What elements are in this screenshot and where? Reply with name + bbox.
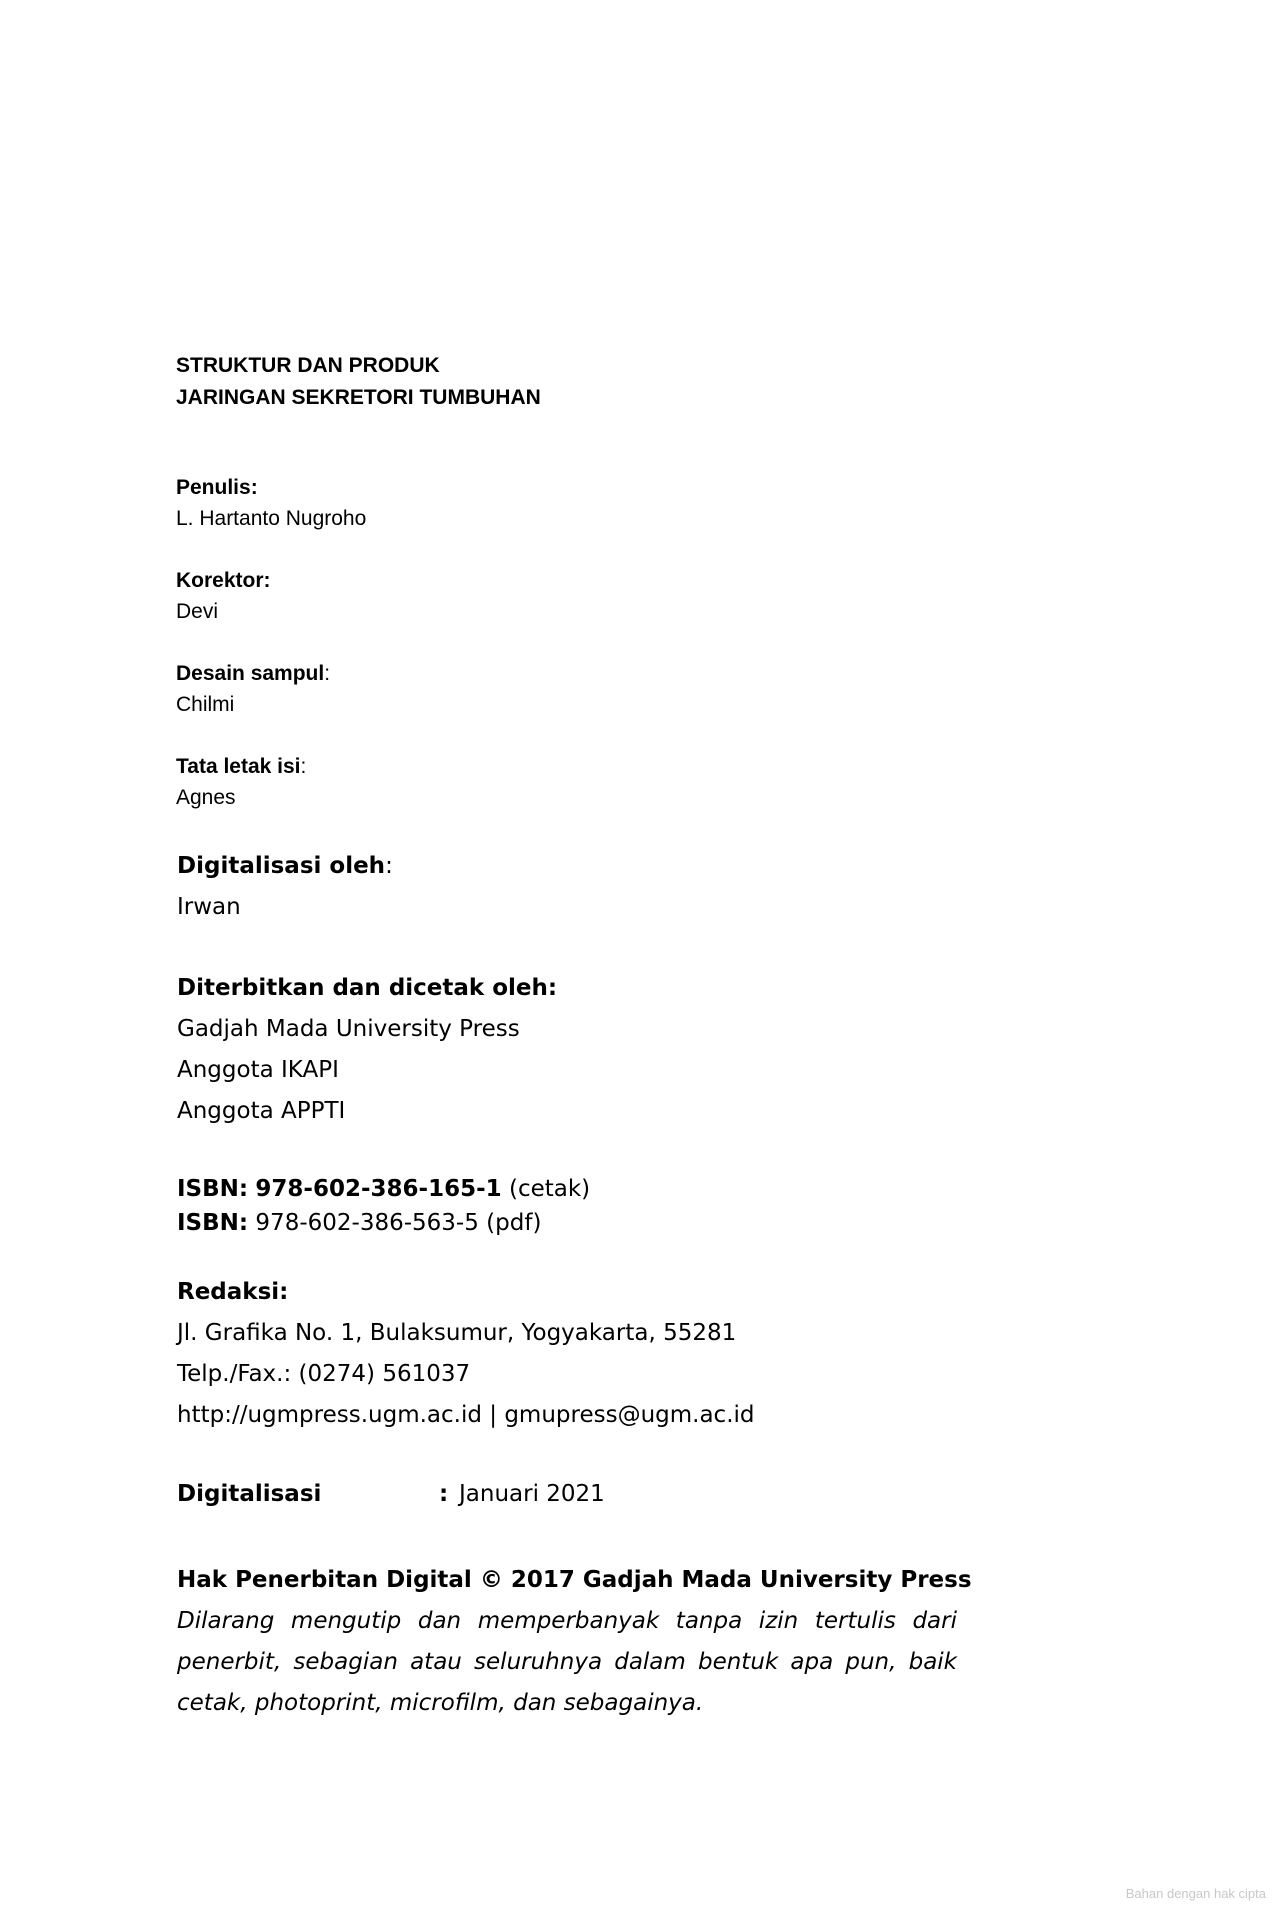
isbn-pdf: ISBN: 978-602-386-563-5 (pdf) [177, 1206, 590, 1240]
credit-desain-sampul-colon: : [324, 662, 331, 685]
credit-korektor-label: Korektor: [176, 569, 271, 592]
credit-digitalisasi-oleh: Digitalisasi oleh: Irwan [177, 846, 393, 928]
isbn-pdf-label: ISBN: [177, 1210, 249, 1236]
credit-tata-letak: Tata letak isi: Agnes [176, 751, 306, 813]
credit-desain-sampul-value: Chilmi [176, 693, 235, 716]
digitalisasi-date-row: Digitalisasi: Januari 2021 [177, 1477, 605, 1511]
isbn-print-label: ISBN: [177, 1176, 249, 1202]
credit-tata-letak-colon: : [300, 755, 307, 778]
redaksi-web-email: http://ugmpress.ugm.ac.id | gmupress@ugm… [177, 1402, 755, 1428]
credit-penulis-value: L. Hartanto Nugroho [176, 507, 367, 530]
credit-digitalisasi-oleh-heading: Digitalisasi oleh: [177, 846, 393, 887]
redaksi-section: Redaksi: Jl. Grafika No. 1, Bulaksumur, … [177, 1272, 755, 1436]
isbn-pdf-number: 978-602-386-563-5 [255, 1210, 479, 1236]
copyright-page: STRUKTUR DAN PRODUK JARINGAN SEKRETORI T… [0, 0, 1280, 1920]
isbn-print-suffix: (cetak) [508, 1176, 591, 1202]
publisher-line-2: Anggota IKAPI [177, 1057, 339, 1083]
publisher-section: Diterbitkan dan dicetak oleh: Gadjah Mad… [177, 968, 557, 1132]
credit-desain-sampul-label: Desain sampul [176, 662, 325, 685]
credit-digitalisasi-oleh-colon: : [385, 853, 393, 879]
credit-korektor: Korektor: Devi [176, 565, 271, 627]
credit-desain-sampul: Desain sampul: Chilmi [176, 658, 330, 720]
book-title-line-1: STRUKTUR DAN PRODUK [176, 354, 440, 377]
copyright-watermark: Bahan dengan hak cipta [1125, 1886, 1266, 1901]
digitalisasi-label: Digitalisasi [177, 1481, 322, 1507]
credit-penulis-label: Penulis: [176, 476, 258, 499]
credit-tata-letak-label: Tata letak isi [176, 755, 301, 778]
redaksi-address: Jl. Grafika No. 1, Bulaksumur, Yogyakart… [177, 1320, 737, 1346]
rights-section: Hak Penerbitan Digital © 2017 Gadjah Mad… [177, 1560, 972, 1724]
credit-penulis: Penulis: L. Hartanto Nugroho [176, 472, 366, 534]
redaksi-label: Redaksi: [177, 1279, 289, 1305]
digitalisasi-separator: : [439, 1481, 449, 1507]
book-title-line-2: JARINGAN SEKRETORI TUMBUHAN [176, 386, 541, 409]
credit-digitalisasi-oleh-label: Digitalisasi oleh [177, 853, 386, 879]
publisher-label: Diterbitkan dan dicetak oleh: [177, 975, 558, 1001]
credit-digitalisasi-oleh-value: Irwan [177, 894, 241, 920]
credit-tata-letak-value: Agnes [176, 786, 236, 809]
credit-korektor-value: Devi [176, 600, 219, 623]
rights-heading: Hak Penerbitan Digital © 2017 Gadjah Mad… [177, 1567, 972, 1593]
publisher-line-1: Gadjah Mada University Press [177, 1016, 520, 1042]
isbn-section: ISBN: 978-602-386-165-1 (cetak) ISBN: 97… [177, 1172, 590, 1240]
publisher-line-3: Anggota APPTI [177, 1098, 346, 1124]
isbn-print: ISBN: 978-602-386-165-1 (cetak) [177, 1172, 590, 1206]
isbn-pdf-suffix: (pdf) [486, 1210, 542, 1236]
digitalisasi-value: Januari 2021 [459, 1481, 605, 1507]
rights-notice: Dilarang mengutip dan memperbanyak tanpa… [177, 1608, 957, 1716]
book-title: STRUKTUR DAN PRODUK JARINGAN SEKRETORI T… [176, 350, 541, 414]
isbn-print-number: 978-602-386-165-1 [255, 1176, 502, 1202]
redaksi-phone: Telp./Fax.: (0274) 561037 [177, 1361, 471, 1387]
